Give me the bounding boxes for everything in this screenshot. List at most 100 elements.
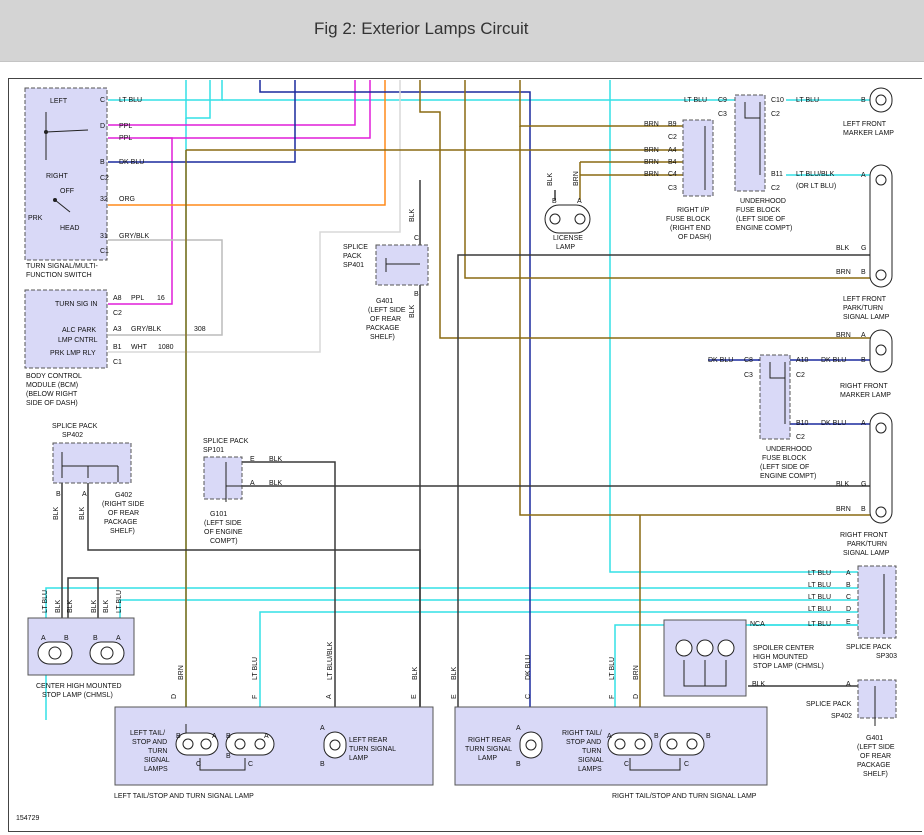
rr-wire-blk: BLK: [451, 666, 458, 680]
g401-name-3: OF REAR: [860, 753, 891, 760]
lr-wire-lt-blu-blk: LT BLU/BLK: [327, 641, 334, 680]
lr-pin-a: A: [326, 694, 333, 699]
uhfuse2-name-1: UNDERHOOD: [766, 446, 812, 453]
uhfuse1-name-1: UNDERHOOD: [740, 198, 786, 205]
bcm-row-prk-lmp-rly: PRK LMP RLY: [50, 350, 96, 357]
sp303-name-2: SP303: [876, 653, 897, 660]
rr-turn-name-2: TURN SIGNAL: [465, 746, 512, 753]
switch-wire-dk-blu: DK BLU: [119, 159, 144, 166]
right-front-park-turn-lamp: A G B BLK BRN RIGHT FRONT PARK/TURN SIGN…: [836, 412, 893, 557]
rr-tail-name-4: SIGNAL: [578, 757, 604, 764]
uhfuse2-conn-c3: C3: [744, 372, 753, 379]
bcm-pin-b1: B1: [113, 344, 122, 351]
rr-tail-name-1: RIGHT TAIL/: [562, 730, 602, 737]
lf-park-pin-a: A: [861, 172, 866, 179]
uhfuse1-name-3: (LEFT SIDE OF: [736, 216, 785, 223]
bcm-conn-c2: C2: [113, 310, 122, 317]
lr-wire-lt-blu: LT BLU: [252, 657, 259, 680]
splice-pack-sp402-right: SPLICE PACK SP402 G401 (LEFT SIDE OF REA…: [806, 679, 897, 778]
lr-pin-f: F: [252, 695, 259, 699]
underhood-fuse-block-lower: C8 C3 A10 C2 B10 C2 DK BLU DK BLU DK BLU…: [708, 354, 846, 480]
lr-wire-blk: BLK: [412, 666, 419, 680]
lr-inner-pin-2: A: [212, 733, 217, 740]
rr-tail-name-2: STOP AND: [566, 739, 601, 746]
rf-marker-name-2: MARKER LAMP: [840, 392, 891, 399]
lf-park-name-3: SIGNAL LAMP: [843, 314, 890, 321]
sp401-name-2: PACK: [343, 253, 362, 260]
switch-name-1: TURN SIGNAL/MULTI-: [26, 263, 98, 270]
spoiler-name-1: SPOILER CENTER: [753, 645, 814, 652]
uhfuse1-name-4: ENGINE COMPT): [736, 225, 792, 232]
chmsl-wire-lt-blu-1: LT BLU: [42, 590, 49, 613]
uhfuse2-conn-c2-b: C2: [796, 434, 805, 441]
chmsl-name-1: CENTER HIGH MOUNTED: [36, 683, 122, 690]
switch-wire-ppl-2: PPL: [119, 135, 132, 142]
rr-inner-pin-7: C: [624, 761, 629, 768]
switch-head-label: HEAD: [60, 225, 79, 232]
spoiler-name-3: STOP LAMP (CHMSL): [753, 663, 824, 670]
spoiler-chmsl: NCA A LT BLU BLK SPOILER CENTER HIGH MOU…: [663, 619, 851, 697]
license-name-2: LAMP: [556, 244, 575, 251]
sp303-pin-a: A: [846, 570, 851, 577]
uhfuse1-conn-c2-a: C2: [771, 111, 780, 118]
ipfuse-name-3: (RIGHT END: [670, 225, 711, 232]
g101-name-4: COMPT): [210, 538, 238, 545]
switch-pin-31: 31: [100, 233, 108, 240]
ipfuse-pin-b9: B9: [668, 121, 677, 128]
sp303-pin-b: B: [846, 582, 851, 589]
uhfuse2-wire-dk-blu-out1: DK BLU: [821, 357, 846, 364]
g101-name-1: G101: [210, 511, 227, 518]
bcm-row-lmp-cntrl: LMP CNTRL: [58, 337, 98, 344]
switch-pin-c: C: [100, 97, 105, 104]
uhfuse1-name-2: FUSE BLOCK: [736, 207, 781, 214]
sp101-pin-a: A: [250, 480, 255, 487]
bcm-conn-c1: C1: [113, 359, 122, 366]
left-rear-lamp-assembly: D F A E BRN LT BLU LT BLU/BLK BLK B A B …: [114, 641, 434, 800]
uhfuse1-conn-c2-b: C2: [771, 185, 780, 192]
bcm-name-3: (BELOW RIGHT: [26, 391, 78, 398]
g401-top-name-5: SHELF): [370, 334, 395, 341]
splice-pack-sp101: SPLICE PACK SP101 E A BLK BLK G101 (LEFT…: [203, 438, 283, 545]
switch-right-label: RIGHT: [46, 173, 69, 180]
lf-park-wire-blk: BLK: [836, 245, 850, 252]
g402-name-4: PACKAGE: [104, 519, 138, 526]
uhfuse2-pin-b10: B10: [796, 420, 809, 427]
bcm-wire-ppl: PPL: [131, 295, 144, 302]
g402-name-1: G402: [115, 492, 132, 499]
switch-pin-b: B: [100, 159, 105, 166]
g402-name-5: SHELF): [110, 528, 135, 535]
rr-inner-pin-8: C: [684, 761, 689, 768]
rr-turn-name-3: LAMP: [478, 755, 497, 762]
g402-name-3: OF REAR: [108, 510, 139, 517]
switch-conn-c2: C2: [100, 175, 109, 182]
rr-inner-pin-1: A: [516, 725, 521, 732]
lr-inner-pin-5: A: [320, 725, 325, 732]
lr-inner-pin-8: C: [248, 761, 253, 768]
right-ip-fuse-block: B9 C2 A4 B4 C4 C3 BRN BRN BRN BRN RIGHT …: [644, 119, 714, 241]
g401-name-4: PACKAGE: [857, 762, 891, 769]
spoiler-pin-a: A: [846, 681, 851, 688]
uhfuse1-wire-lt-blu-in: LT BLU: [684, 97, 707, 104]
bcm-circuit-308: 308: [194, 326, 206, 333]
g401-name-5: SHELF): [863, 771, 888, 778]
lf-park-pin-b: B: [861, 269, 866, 276]
splice-pack-sp401: SPLICE PACK SP401 C B BLK BLK G401 (LEFT…: [343, 208, 429, 341]
chmsl-pin-a-1: A: [41, 635, 46, 642]
right-front-marker-lamp: A B BRN RIGHT FRONT MARKER LAMP: [836, 329, 893, 399]
chmsl-wire-blk-2: BLK: [67, 599, 74, 613]
sp303-wire-b: LT BLU: [808, 582, 831, 589]
rr-turn-name-1: RIGHT REAR: [468, 737, 511, 744]
rf-park-pin-b: B: [861, 506, 866, 513]
chmsl-wire-lt-blu-2: LT BLU: [116, 590, 123, 613]
rr-wire-dk-blu: DK BLU: [525, 655, 532, 680]
lr-tail-name-3: TURN: [148, 748, 167, 755]
license-name-1: LICENSE: [553, 235, 583, 242]
switch-pin-32: 32: [100, 196, 108, 203]
license-pin-a: A: [577, 198, 582, 205]
sp303-wire-c: LT BLU: [808, 594, 831, 601]
sp401-name-3: SP401: [343, 262, 364, 269]
sp402r-name-1: SPLICE PACK: [806, 701, 852, 708]
uhfuse2-pin-a10: A10: [796, 357, 809, 364]
chmsl-wire-blk-4: BLK: [103, 599, 110, 613]
license-wire-blk: BLK: [547, 172, 554, 186]
